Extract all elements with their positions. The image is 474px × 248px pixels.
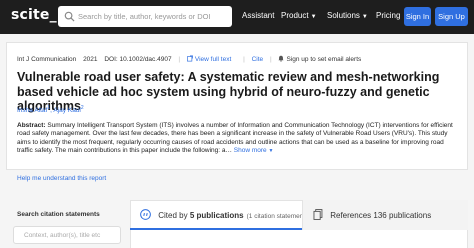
chevron-down-icon: ▼	[361, 14, 368, 20]
view-full-text-label: View full text	[194, 56, 232, 63]
search-icon	[64, 11, 75, 22]
chevron-down-icon: ▼	[310, 14, 317, 20]
nav-solutions-label: Solutions	[327, 11, 360, 20]
sign-up-button[interactable]: Sign Up	[435, 7, 468, 26]
cited-by-prefix: Cited by	[158, 211, 188, 220]
separator: |	[243, 56, 245, 63]
citation-search-box	[13, 226, 121, 244]
author-link[interactable]: Insha Altaf1	[17, 105, 51, 115]
separator: |	[178, 56, 181, 63]
author-link[interactable]: Ajay Kaul2	[53, 105, 84, 115]
nav-pricing[interactable]: Pricing	[376, 11, 400, 20]
help-understand-link[interactable]: Help me understand this report	[17, 175, 106, 182]
cite-link[interactable]: Cite	[252, 56, 264, 63]
author-name: Ajay Kaul	[53, 107, 81, 115]
nav-product[interactable]: Product ▼	[281, 11, 317, 20]
references-label: References 136 publications	[330, 211, 432, 220]
paper-doi: DOI: 10.1002/dac.4907	[104, 56, 172, 63]
author-list: Insha Altaf1, Ajay Kaul2	[17, 105, 84, 115]
sign-in-button[interactable]: Sign In	[404, 7, 431, 26]
chevron-down-icon: ▼	[268, 147, 274, 154]
nav-solutions[interactable]: Solutions ▼	[327, 11, 368, 20]
nav-product-label: Product	[281, 11, 309, 20]
document-stack-icon	[313, 209, 323, 220]
paper-meta: Int J Communication 2021 DOI: 10.1002/da…	[17, 55, 371, 63]
quote-circle-icon	[140, 209, 151, 220]
search-box	[58, 6, 232, 27]
show-more-link[interactable]: Show more ▼	[234, 147, 274, 154]
show-more-label: Show more	[233, 146, 267, 154]
paper-abstract: Abstract: Summary Intelligent Transport …	[17, 122, 457, 155]
journal-name: Int J Communication	[17, 56, 77, 63]
author-affiliation-marker: 1	[47, 105, 51, 111]
email-alert-link[interactable]: Sign up to set email alerts	[278, 55, 366, 63]
email-alert-label: Sign up to set email alerts	[286, 56, 362, 63]
view-full-text-link[interactable]: View full text	[186, 55, 236, 63]
top-navigation-bar: scite_ Assistant Product▼ Solutions▼ Pri…	[0, 0, 474, 34]
author-name: Insha Altaf	[17, 107, 48, 115]
author-affiliation-marker: 2	[80, 105, 84, 111]
abstract-label: Abstract:	[17, 122, 46, 129]
search-input[interactable]	[78, 6, 228, 27]
cited-by-count: 5 publications	[189, 211, 244, 220]
nav-assistant[interactable]: Assistant	[242, 11, 274, 20]
separator: |	[269, 56, 272, 63]
citation-search-input[interactable]	[24, 227, 119, 243]
bell-icon	[278, 55, 285, 62]
external-link-icon	[186, 55, 193, 62]
scite-logo[interactable]: scite_	[11, 7, 57, 23]
tab-references-content: References 136 publications	[313, 209, 431, 220]
tab-cited-by-content: Cited by 5 publications (1 citation state…	[140, 209, 307, 220]
citation-statement-count: (1 citation statement)	[246, 213, 308, 220]
search-citations-heading: Search citation statements	[17, 211, 100, 218]
publication-year: 2021	[83, 56, 98, 63]
tab-references[interactable]: References 136 publications	[302, 200, 468, 230]
tab-cited-by[interactable]: Cited by 5 publications (1 citation state…	[130, 200, 307, 230]
